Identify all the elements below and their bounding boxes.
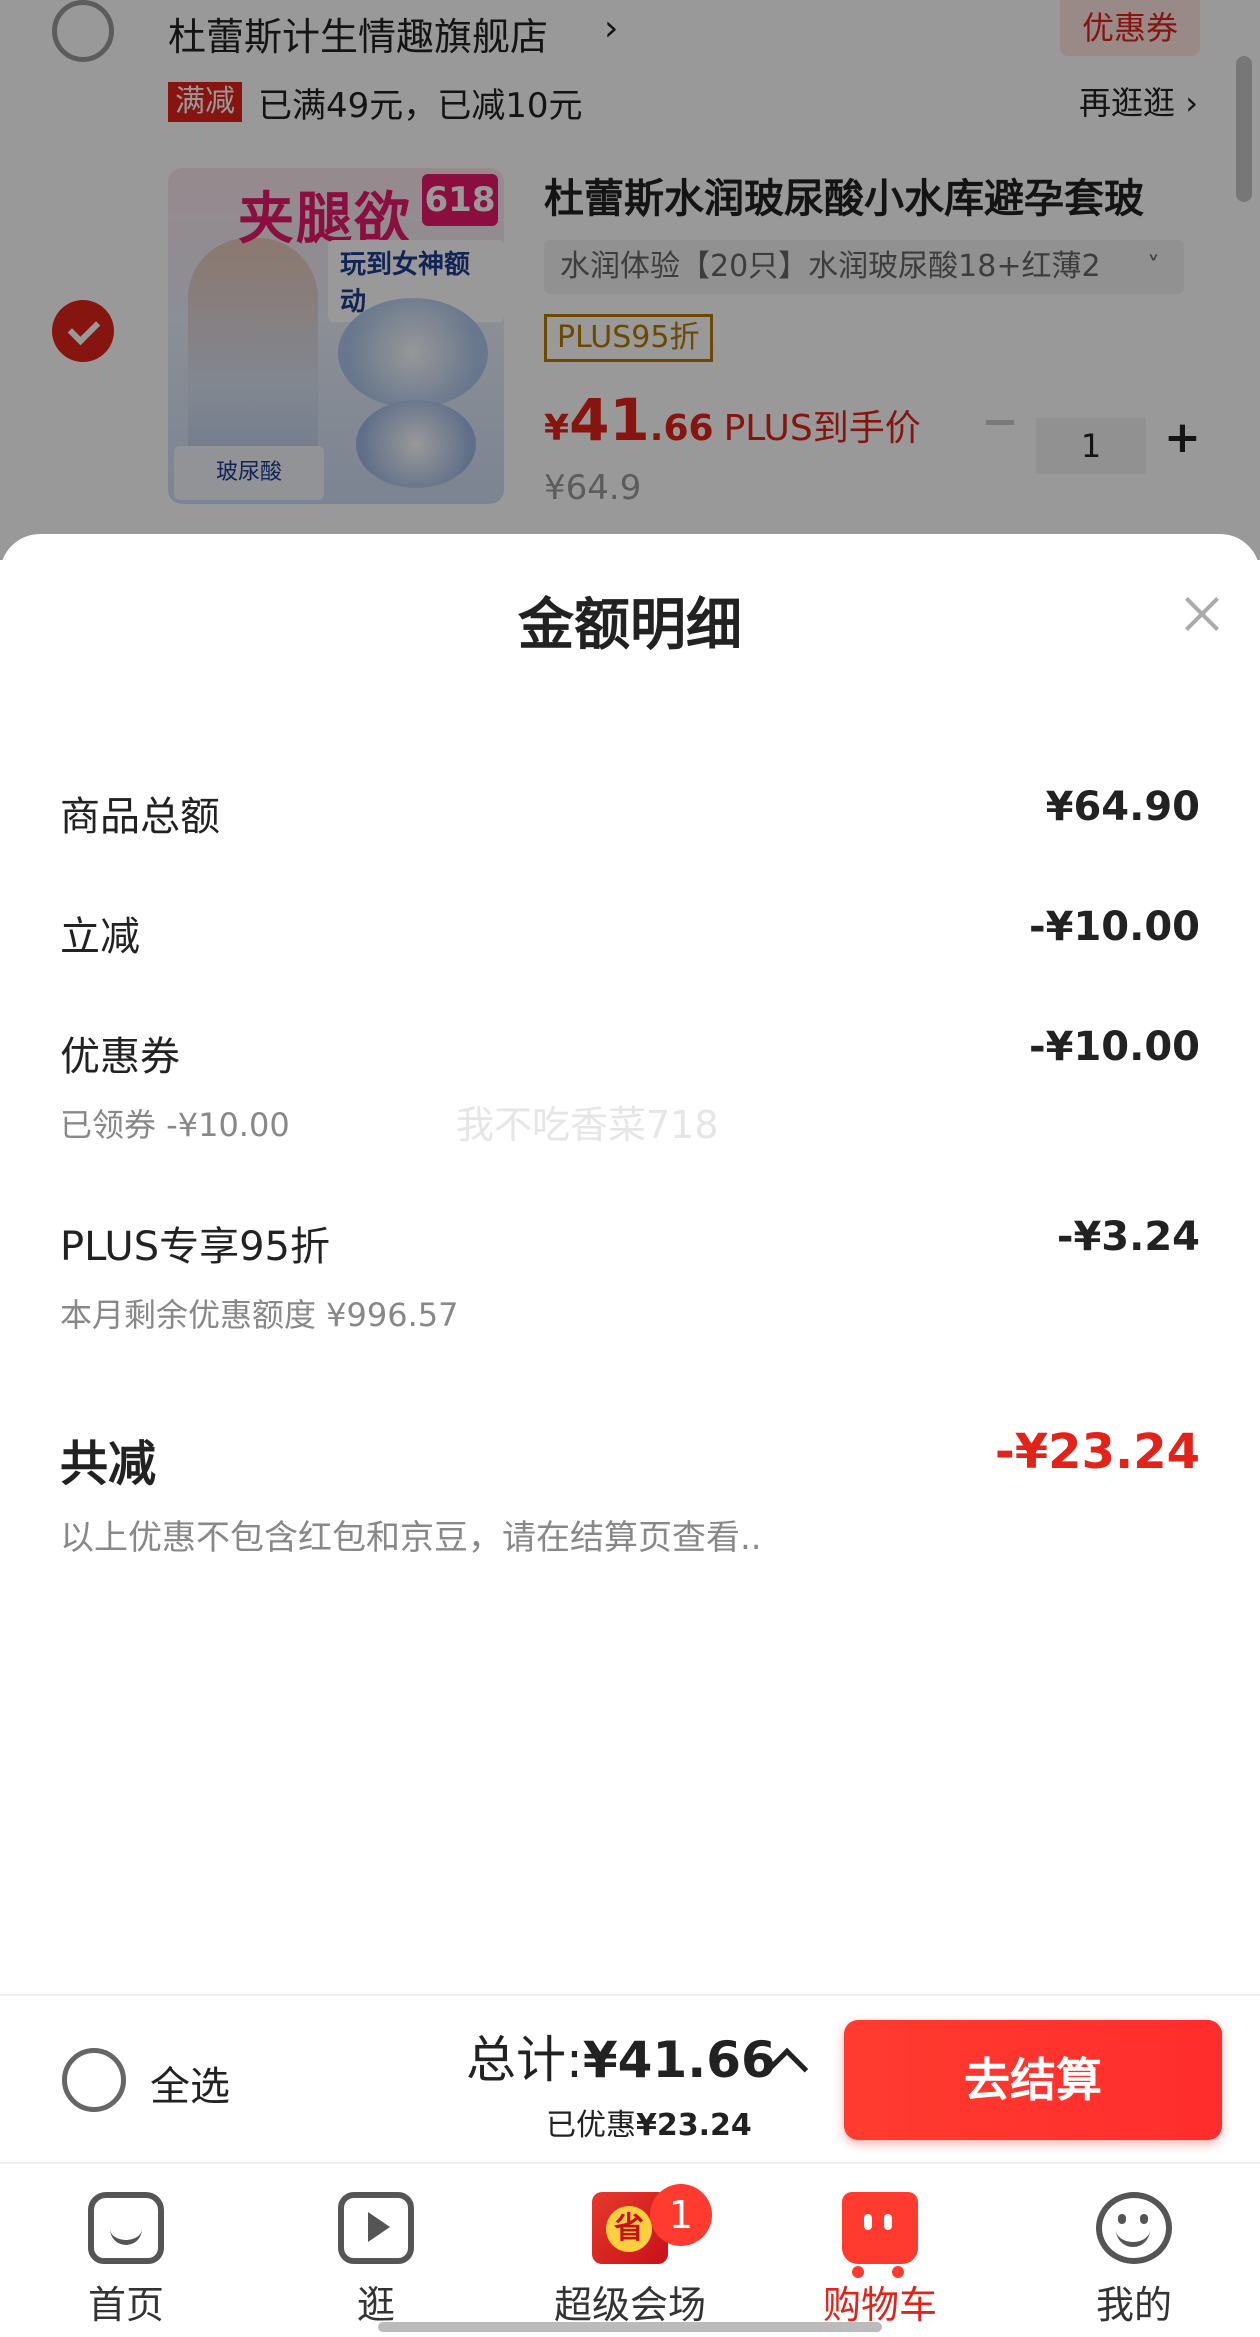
home-indicator[interactable] bbox=[378, 2322, 882, 2332]
tab-super-venue[interactable]: 省 1 超级会场 bbox=[530, 2164, 730, 2337]
venue-icon-char: 省 bbox=[606, 2206, 652, 2252]
notification-badge: 1 bbox=[650, 2184, 712, 2246]
row-value-goods-total: ¥64.90 bbox=[1045, 784, 1200, 830]
modal-overlay[interactable] bbox=[0, 0, 1260, 560]
row-sub-coupon: 已领券 -¥10.00 bbox=[60, 1106, 290, 1144]
row-label-instant-discount: 立减 bbox=[60, 914, 140, 960]
row-label-goods-total: 商品总额 bbox=[60, 794, 220, 840]
tab-home[interactable]: 首页 bbox=[26, 2164, 226, 2337]
checkout-button[interactable]: 去结算 bbox=[844, 2020, 1222, 2140]
tab-label-browse: 逛 bbox=[356, 2283, 395, 2327]
tab-label-me: 我的 bbox=[1095, 2283, 1172, 2327]
tab-bar: 首页 逛 省 1 超级会场 购物车 我的 bbox=[0, 2162, 1260, 2337]
sheet-title: 金额明细 bbox=[518, 593, 742, 658]
row-value-instant-discount: -¥10.00 bbox=[1029, 904, 1200, 950]
select-all-radio[interactable] bbox=[62, 2048, 126, 2112]
discount-note: 以上优惠不包含红包和京豆，请在结算页查看.. bbox=[60, 1518, 762, 1558]
tab-label-cart: 购物车 bbox=[822, 2283, 937, 2327]
tab-me[interactable]: 我的 bbox=[1034, 2164, 1234, 2337]
close-icon[interactable] bbox=[1172, 584, 1232, 644]
tab-label-super-venue: 超级会场 bbox=[553, 2283, 706, 2327]
saved-amount: 已优惠¥23.24 bbox=[546, 2100, 752, 2144]
checkout-bar: 全选 总计:¥41.66 已优惠¥23.24 去结算 bbox=[0, 1994, 1260, 2162]
total-discount-label: 共减 bbox=[60, 1436, 157, 1492]
cart-icon bbox=[842, 2192, 918, 2278]
tab-label-home: 首页 bbox=[87, 2283, 164, 2327]
select-all-label[interactable]: 全选 bbox=[150, 2054, 230, 2112]
saved-prefix: 已优惠 bbox=[546, 2108, 636, 2143]
total-price: 总计:¥41.66 bbox=[466, 2020, 776, 2092]
total-prefix: 总计: bbox=[466, 2031, 583, 2089]
total-amount: ¥41.66 bbox=[582, 2031, 776, 2089]
total-discount-value: -¥23.24 bbox=[994, 1424, 1200, 1480]
saved-value: ¥23.24 bbox=[636, 2108, 752, 2143]
watermark: 我不吃香菜718 bbox=[456, 1103, 719, 1147]
video-icon bbox=[338, 2192, 414, 2264]
home-icon bbox=[88, 2192, 164, 2264]
tab-browse[interactable]: 逛 bbox=[276, 2164, 476, 2337]
row-value-plus: -¥3.24 bbox=[1056, 1214, 1200, 1260]
row-sub-plus: 本月剩余优惠额度 ¥996.57 bbox=[60, 1296, 459, 1334]
tab-cart[interactable]: 购物车 bbox=[780, 2164, 980, 2337]
row-value-coupon: -¥10.00 bbox=[1029, 1024, 1200, 1070]
amount-detail-sheet: 金额明细 商品总额 ¥64.90 立减 -¥10.00 优惠券 -¥10.00 … bbox=[0, 534, 1260, 1994]
row-label-plus: PLUS专享95折 bbox=[60, 1224, 330, 1270]
row-label-coupon: 优惠券 bbox=[60, 1034, 180, 1080]
profile-icon bbox=[1096, 2192, 1172, 2264]
